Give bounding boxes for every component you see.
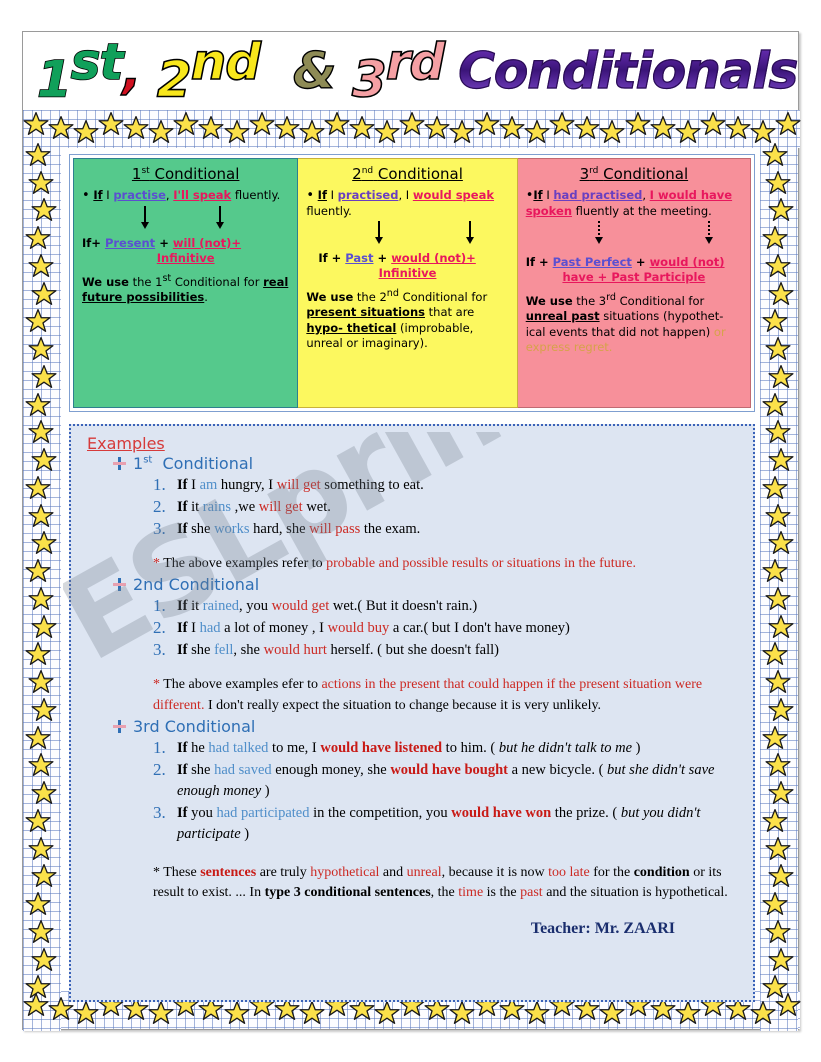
grid-band-top xyxy=(23,110,800,148)
worksheet-title: 1st, 2nd & 3rd Conditionals xyxy=(23,32,798,110)
list-item: 2. If I had a lot of money , I would buy … xyxy=(153,618,570,638)
conditional-definition-boxes: 1st Conditional • If I practise, I'll sp… xyxy=(69,154,755,412)
plus-bullet-icon xyxy=(113,719,126,733)
box-usage: We use the 3rd Conditional for unreal pa… xyxy=(525,292,726,354)
list-item: 1. If he had talked to me, I would have l… xyxy=(153,737,641,757)
list-item: 2. If she had saved enough money, she wou… xyxy=(153,760,715,800)
box-usage: We use the 2nd Conditional for present s… xyxy=(306,288,488,350)
teacher-signature: Teacher: Mr. ZAARI xyxy=(530,919,675,937)
title-comma: , xyxy=(122,42,142,100)
box-example: •If I had practised, I would have spoken… xyxy=(525,187,733,218)
list-item: 2. If it rains ,we will get wet. xyxy=(153,497,331,517)
group-heading-third-conditional: 3rd Conditional xyxy=(113,717,741,736)
box-formula: If + Past + would (not)+ Infinitive xyxy=(318,251,476,281)
bullet-icon: • xyxy=(82,187,90,203)
group-heading-first-conditional: 1st Conditional xyxy=(113,454,741,473)
list-item: 1. If it rained, you would get wet.( But … xyxy=(153,596,478,616)
plus-bullet-icon xyxy=(113,578,126,592)
note-final: * These sentences are truly hypothetical… xyxy=(153,865,728,901)
examples-list-third: 1. If he had talked to me, I would have l… xyxy=(153,738,741,845)
title-first-ordinal: 1st xyxy=(36,33,124,109)
plus-bullet-icon xyxy=(113,457,126,470)
examples-list-first: 1. If I am hungry, I will get something t… xyxy=(153,475,741,540)
grid-band-right xyxy=(760,110,798,1031)
box-heading: 3rd Conditional xyxy=(579,165,689,183)
list-item: 3. If she works hard, she will pass the e… xyxy=(153,519,421,539)
note-second-conditional: * The above examples efer to actions in … xyxy=(153,677,703,713)
box-arrows xyxy=(82,205,289,232)
box-example: • If I practise, I'll speak fluently. xyxy=(82,187,281,203)
title-third-ordinal: 3rd xyxy=(351,33,446,109)
box-usage: We use the 1st Conditional for real futu… xyxy=(82,273,289,305)
definition-box-third-conditional: 3rd Conditional •If I had practised, I w… xyxy=(517,158,752,408)
box-formula: If + Past Perfect + would (not) have + P… xyxy=(525,255,725,285)
box-heading: 1st Conditional xyxy=(131,165,240,183)
list-item: 3. If you had participated in the competi… xyxy=(153,803,701,843)
examples-heading: Examples xyxy=(87,434,165,453)
title-main-word: Conditionals xyxy=(458,42,798,100)
box-example: • If I practised, I would speak fluently… xyxy=(306,187,495,218)
note-first-conditional: * The above examples refer to probable a… xyxy=(153,556,637,572)
definition-box-second-conditional: 2nd Conditional • If I practised, I woul… xyxy=(298,158,518,408)
grid-band-left xyxy=(23,110,61,1031)
box-heading: 2nd Conditional xyxy=(352,165,463,183)
examples-list-second: 1. If it rained, you would get wet.( But … xyxy=(153,596,741,661)
definition-box-first-conditional: 1st Conditional • If I practise, I'll sp… xyxy=(73,158,299,408)
group-heading-second-conditional: 2nd Conditional xyxy=(113,575,741,594)
title-ampersand: & xyxy=(292,42,337,100)
list-item: 1. If I am hungry, I will get something t… xyxy=(153,475,424,494)
box-arrows xyxy=(526,221,742,251)
box-formula: If+ Present + will (not)+ Infinitive xyxy=(82,235,242,266)
box-arrows xyxy=(306,221,508,247)
bullet-icon: • xyxy=(306,187,315,203)
examples-panel: Examples 1st Conditional 1. If I am hungr… xyxy=(69,424,755,1002)
list-item: 3. If she fell, she would hurt herself. (… xyxy=(153,640,499,660)
worksheet-page: 1st, 2nd & 3rd Conditionals 1st Condition… xyxy=(22,31,801,1031)
title-second-ordinal: 2nd xyxy=(156,33,262,109)
